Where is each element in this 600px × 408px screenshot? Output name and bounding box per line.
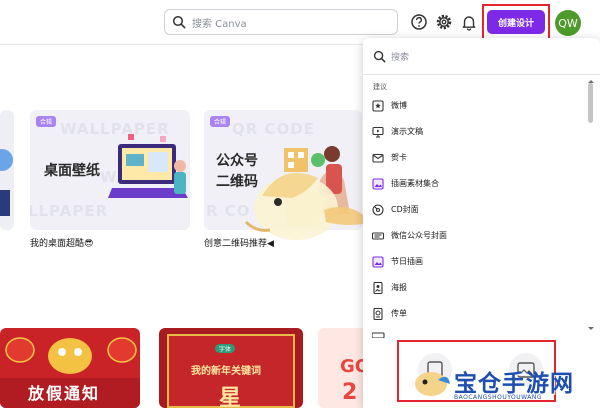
- menu-item-flyer[interactable]: 传单: [369, 303, 583, 325]
- search-icon: [373, 50, 386, 63]
- poster-holiday-notice[interactable]: 放假通知: [0, 328, 140, 408]
- menu-item-card[interactable]: 贺卡: [369, 147, 583, 169]
- menu-item-wechat-cover[interactable]: 微信公众号封面: [369, 225, 583, 247]
- avatar[interactable]: QW: [555, 10, 581, 36]
- wechat-cover-icon: [372, 232, 384, 240]
- poster-icon: [373, 282, 383, 294]
- menu-item-label: 微信公众号封面: [391, 231, 447, 240]
- menu-item-label: 演示文稿: [391, 127, 423, 136]
- more-item-icon: [372, 332, 385, 338]
- site-watermark: 宝仓手游网 BAOCANGSHOUYOUWANG: [412, 360, 600, 408]
- site-name: 宝仓手游网: [454, 371, 574, 397]
- watermark-text: LLPAPER: [30, 202, 109, 220]
- gear-icon[interactable]: [434, 12, 454, 32]
- card-caption: 我的桌面超酷😎: [30, 239, 94, 249]
- menu-item-label: 插画素材集合: [391, 179, 439, 188]
- menu-item-label: 海报: [391, 283, 407, 292]
- laptop-illustration-icon: [108, 134, 188, 198]
- poster-big-char: 星: [219, 386, 242, 408]
- bird-logo-icon: [415, 372, 450, 396]
- partial-illustration-icon: [0, 149, 13, 216]
- create-design-button[interactable]: 创建设计: [487, 10, 545, 34]
- menu-item-illustration-set[interactable]: 插画素材集合: [369, 173, 583, 195]
- site-domain: BAOCANGSHOUYOUWANG: [454, 394, 543, 401]
- template-card-wallpaper[interactable]: 合辑 WALLPAPER WALL LLPAPER 桌面壁纸: [30, 110, 190, 230]
- search-icon: [172, 15, 186, 29]
- presentation-icon: [372, 126, 384, 138]
- poster-number: 2: [342, 380, 358, 405]
- menu-item-label: CD封面: [391, 205, 419, 214]
- poster-new-year-keyword[interactable]: 字体 我的新年关键词 星: [159, 328, 303, 408]
- mascot-watermark-icon: [244, 172, 370, 240]
- menu-item-cd-cover[interactable]: CD封面: [369, 199, 583, 221]
- card-title: 桌面壁纸: [44, 163, 100, 179]
- festival-icon: [372, 256, 384, 268]
- menu-item-festival-illustration[interactable]: 节日插画: [369, 251, 583, 273]
- menu-item-presentation[interactable]: 演示文稿: [369, 121, 583, 143]
- search-placeholder: 搜索 Canva: [192, 19, 247, 30]
- flyer-icon: [373, 308, 383, 320]
- panel-search-input[interactable]: 搜索: [369, 46, 593, 68]
- divider: [363, 74, 600, 75]
- menu-item-label: 贺卡: [391, 153, 407, 162]
- scroll-down-icon[interactable]: [587, 326, 595, 332]
- create-design-dropdown: 搜索 建议 微博 演示文稿 贺卡 插画素材集合 CD封面 微信公众号封面 节日插…: [363, 38, 600, 408]
- partial-card-left[interactable]: [0, 110, 14, 230]
- poster-tag: 字体: [215, 344, 236, 353]
- illustration-icon: [372, 178, 384, 190]
- poster-title: 放假通知: [28, 384, 101, 403]
- weibo-icon: [372, 100, 384, 112]
- scrollbar-thumb[interactable]: [588, 83, 593, 123]
- cd-icon: [372, 204, 384, 216]
- panel-search-placeholder: 搜索: [391, 53, 410, 63]
- menu-item-label: 微博: [391, 101, 407, 110]
- menu-item-label: 传单: [391, 309, 407, 318]
- collection-badge: 合辑: [210, 116, 231, 127]
- menu-item-label: 节日插画: [391, 257, 423, 266]
- search-input[interactable]: 搜索 Canva: [164, 9, 398, 35]
- poster-go[interactable]: GO 2: [318, 328, 368, 408]
- suggestions-heading: 建议: [373, 83, 387, 91]
- help-icon[interactable]: [409, 12, 429, 32]
- card-icon: [372, 153, 384, 163]
- menu-item-poster[interactable]: 海报: [369, 277, 583, 299]
- poster-title: 我的新年关键词: [191, 366, 261, 377]
- bell-icon[interactable]: [459, 12, 479, 32]
- menu-item-weibo[interactable]: 微博: [369, 95, 583, 117]
- collection-badge: 合辑: [36, 116, 57, 127]
